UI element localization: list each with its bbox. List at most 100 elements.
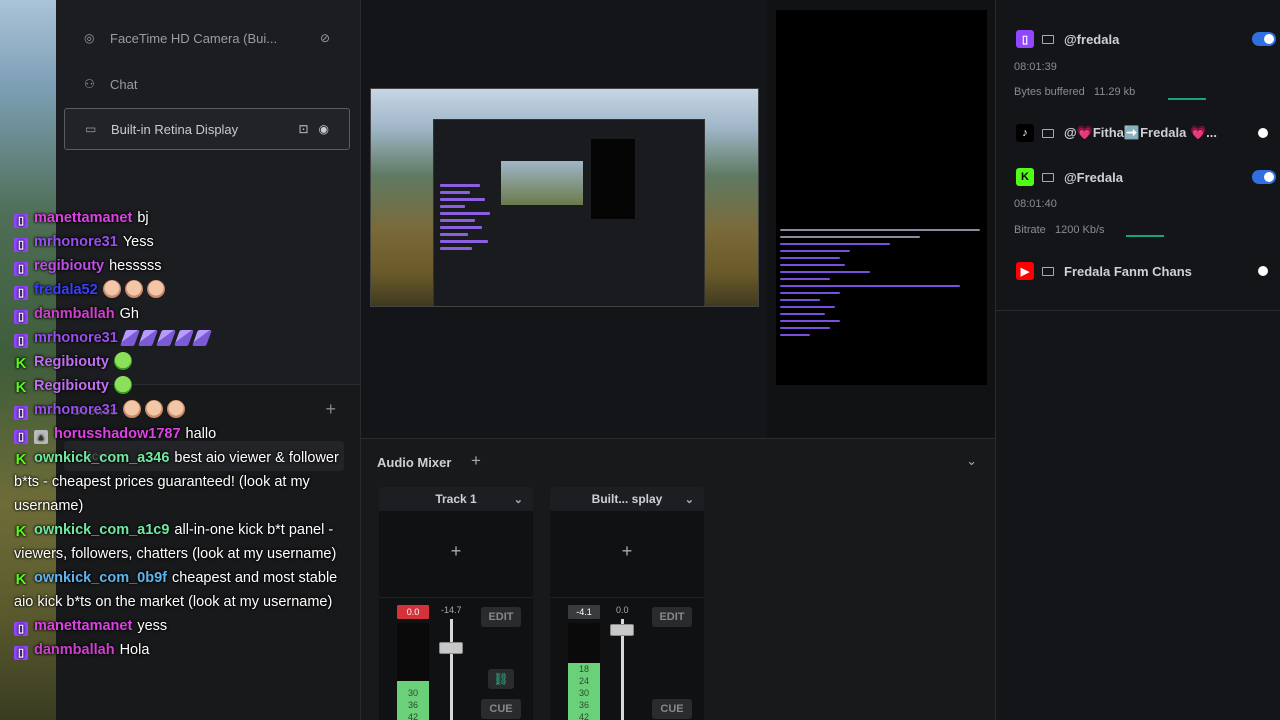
chat-username[interactable]: danmballah (34, 306, 115, 322)
chat-text: yess (137, 618, 168, 634)
peak-readout: -4.1 (568, 605, 600, 619)
source-label: Built-in Retina Display (111, 121, 239, 137)
monitor-icon (1042, 172, 1054, 182)
divider (996, 310, 1280, 311)
emote-icon (113, 352, 132, 370)
destination-name: Fredala Fanm Chans (1064, 263, 1192, 279)
source-item-chat[interactable]: ⚇ Chat (64, 63, 350, 105)
chat-message: ▯ mrhonore31 (14, 398, 344, 422)
twitch-icon: ▯ (14, 406, 28, 420)
chat-username[interactable]: ownkick_com_a346 (34, 450, 169, 466)
chat-message: ▯ manettamanet yess (14, 614, 344, 638)
chat-username[interactable]: Regibiouty (34, 354, 109, 370)
emote-icon (113, 376, 132, 394)
stat-label: Bitrate 1200 Kb/s (1014, 224, 1105, 236)
destination-name: @💗Fitha➡️Fredala 💗... (1064, 125, 1217, 140)
twitch-icon: ▯ (14, 430, 28, 444)
monitor-icon (1042, 128, 1054, 138)
cue-button[interactable]: CUE (652, 699, 692, 719)
chat-text: Hola (119, 642, 150, 658)
warning-icon: ▲ (34, 430, 48, 444)
emote-icon (173, 330, 194, 346)
chevron-down-icon[interactable]: ⌄ (966, 453, 977, 469)
volume-fader[interactable] (439, 642, 463, 654)
kick-icon: K (15, 355, 27, 372)
destination-tiktok: ♪ @💗Fitha➡️Fredala 💗... (1016, 124, 1276, 142)
cue-button[interactable]: CUE (481, 699, 521, 719)
monitor-icon: ▭ (85, 122, 97, 136)
preview-nested-window (433, 119, 705, 306)
destinations-panel: ▯ @fredala 08:01:39 Bytes buffered 11.29… (995, 0, 1280, 720)
chat-username[interactable]: danmballah (34, 642, 115, 658)
add-track-button[interactable]: + (471, 451, 481, 471)
twitch-icon: ▯ (14, 214, 28, 228)
emote-icon (137, 330, 158, 346)
chat-username[interactable]: mrhonore31 (34, 234, 118, 250)
chat-message: ▯ manettamanet bj (14, 206, 344, 230)
stream-preview[interactable] (370, 88, 759, 307)
source-item-camera[interactable]: ◎ FaceTime HD Camera (Bui... ⊘ (64, 17, 350, 59)
track-strip: Built... splay ⌄ + -4.1 0.0 18 24 30 36 42 E… (550, 487, 704, 720)
destination-toggle[interactable] (1258, 128, 1268, 138)
emote-icon (102, 280, 121, 298)
vertical-preview-chat (780, 224, 980, 341)
emote-icon (155, 330, 176, 346)
eye-off-icon[interactable]: ⊘ (320, 31, 330, 45)
destination-time: 08:01:40 (1014, 198, 1057, 210)
edit-button[interactable]: EDIT (481, 607, 521, 627)
chat-text: Yess (122, 234, 154, 250)
emote-icon (144, 400, 163, 418)
destination-toggle[interactable] (1258, 266, 1268, 276)
chat-username[interactable]: mrhonore31 (34, 402, 118, 418)
link-icon[interactable]: ⛓ (488, 669, 514, 689)
chat-message: ▯ mrhonore31 (14, 326, 344, 350)
kick-icon: K (1016, 168, 1034, 186)
chat-text: hallo (185, 426, 217, 442)
preview-chat (440, 180, 500, 306)
add-filter-button[interactable]: + (550, 541, 704, 562)
chat-message: K Regibiouty (14, 374, 344, 398)
add-filter-button[interactable]: + (379, 541, 533, 562)
chat-username[interactable]: ownkick_com_0b9f (34, 570, 167, 586)
chat-message: K Regibiouty (14, 350, 344, 374)
tiktok-icon: ♪ (1016, 124, 1034, 142)
chat-username[interactable]: manettamanet (34, 618, 132, 634)
chat-username[interactable]: ownkick_com_a1c9 (34, 522, 169, 538)
kick-icon: K (15, 523, 27, 540)
meter-ticks: 18 24 30 36 42 (578, 664, 589, 720)
kick-icon: K (15, 379, 27, 396)
chat-username[interactable]: regibiouty (34, 258, 104, 274)
meter-ticks: 30 36 42 (407, 688, 418, 720)
chat-username[interactable]: horusshadow1787 (54, 426, 181, 442)
preview-nested-vertical (591, 139, 635, 219)
chat-username[interactable]: mrhonore31 (34, 330, 118, 346)
destination-toggle[interactable] (1252, 170, 1276, 184)
chat-username[interactable]: fredala52 (34, 282, 98, 298)
destination-toggle[interactable] (1252, 32, 1276, 46)
monitor-icon (1042, 34, 1054, 44)
chat-text: Gh (119, 306, 139, 322)
chevron-down-icon: ⌄ (513, 493, 523, 506)
chat-username[interactable]: Regibiouty (34, 378, 109, 394)
chat-username[interactable]: manettamanet (34, 210, 132, 226)
unlock-icon[interactable]: ⊡ (298, 122, 308, 136)
chat-message: ▯ regibiouty hesssss (14, 254, 344, 278)
track-header[interactable]: Built... splay ⌄ (550, 487, 704, 511)
track-header[interactable]: Track 1 ⌄ (379, 487, 533, 511)
eye-icon[interactable]: ◉ (319, 122, 329, 136)
destination-twitch: ▯ @fredala (1016, 30, 1276, 48)
volume-fader[interactable] (610, 623, 634, 636)
kick-icon: K (15, 451, 27, 468)
volume-readout: -14.7 (441, 605, 462, 615)
vertical-preview[interactable] (776, 10, 987, 385)
source-item-display[interactable]: ▭ Built-in Retina Display ⊡ ◉ (64, 108, 350, 150)
mixer-title: Audio Mixer (377, 455, 452, 470)
source-label: Chat (110, 76, 138, 92)
stat-label: Bytes buffered 11.29 kb (1014, 86, 1136, 98)
level-meter: 18 24 30 36 42 (568, 623, 600, 720)
edit-button[interactable]: EDIT (652, 607, 692, 627)
peak-readout: 0.0 (397, 605, 429, 619)
volume-readout: 0.0 (616, 605, 629, 615)
chat-message: ▯ mrhonore31 Yess (14, 230, 344, 254)
chat-message: Kownkick_com_a1c9 all-in-one kick b*t pan… (14, 518, 344, 566)
